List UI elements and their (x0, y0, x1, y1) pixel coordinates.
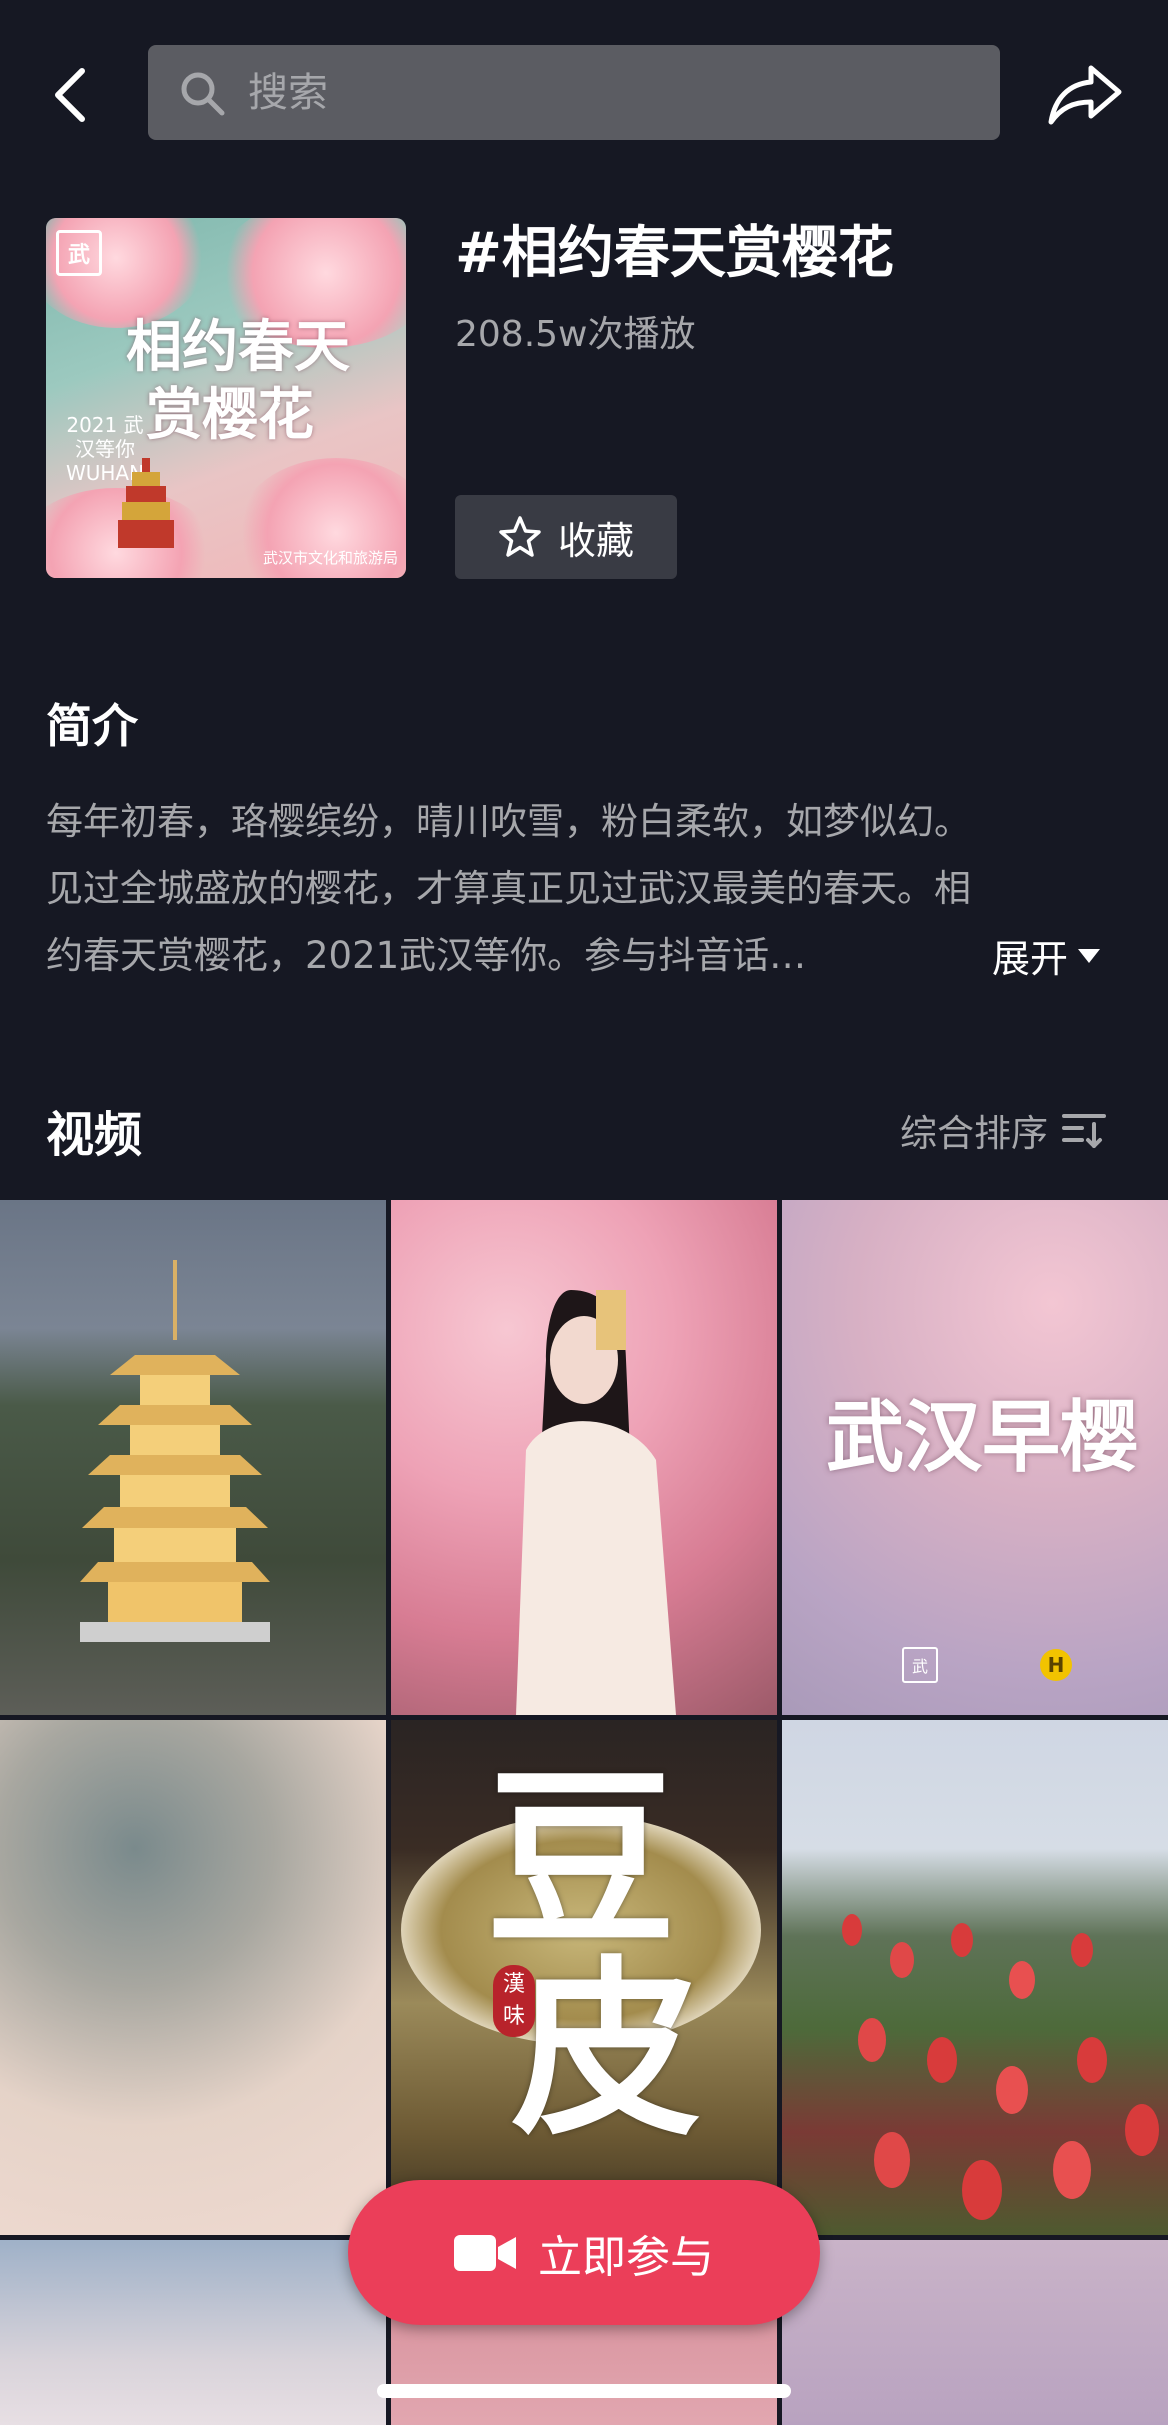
city-logo-icon: 武 (902, 1647, 938, 1683)
sort-label: 综合排序 (900, 1112, 1048, 1155)
h-logo-icon: H (1040, 1649, 1072, 1681)
video-overlay-title: 武汉早樱 (825, 1392, 1138, 1483)
join-label: 立即参与 (538, 2231, 714, 2283)
video-tile-cherry-sky[interactable] (0, 1720, 386, 2235)
caret-down-icon (1078, 948, 1101, 963)
cover-logo: 武 (56, 230, 102, 276)
share-icon (1048, 65, 1122, 125)
sort-button[interactable]: 综合排序 (900, 1100, 1106, 1160)
intro-line: 每年初春，珞樱缤纷，晴川吹雪，粉白柔软，如梦似幻。 (46, 800, 971, 843)
home-indicator[interactable] (377, 2384, 791, 2398)
cover-title-line: 相约春天 (126, 314, 350, 380)
cover-org-text: 武汉市文化和旅游局 (262, 549, 398, 567)
topic-cover-image: 武 相约春天 赏樱花 2021 武汉等你 WUHAN 武汉市文化和旅游局 (46, 218, 406, 578)
tulip-flowers (842, 1914, 1159, 2220)
join-now-button[interactable]: 立即参与 (348, 2180, 820, 2325)
cover-title: 相约春天 赏樱花 (126, 313, 406, 449)
videos-heading: 视频 (46, 1107, 143, 1163)
expand-label: 展开 (992, 937, 1069, 981)
video-tile-hanfu-girl[interactable] (391, 1200, 777, 1715)
intro-heading: 简介 (46, 699, 138, 753)
top-bar (0, 0, 1168, 190)
intro-line: 约春天赏樱花，2021武汉等你。参与抖音话… (46, 934, 807, 977)
video-tile-doupi-food[interactable]: 豆 皮 漢味 (391, 1720, 777, 2235)
video-overlay-char: 皮 (511, 1938, 702, 2161)
tower-illustration (118, 458, 174, 548)
video-tile-tulip-field[interactable] (782, 1720, 1168, 2235)
search-icon (181, 72, 225, 115)
video-overlay-char: 豆 (486, 1748, 677, 1971)
share-button[interactable] (1040, 55, 1130, 135)
topic-title: #相约春天赏樱花 (455, 221, 894, 286)
video-tile-pagoda[interactable] (0, 1200, 386, 1715)
cover-title-line: 赏樱花 (146, 382, 314, 448)
pagoda-illustration (80, 1260, 270, 1642)
expand-button[interactable]: 展开 (992, 922, 1102, 989)
favorite-label: 收藏 (557, 518, 634, 563)
play-count: 208.5w次播放 (455, 314, 696, 355)
video-tile-cherry-building[interactable] (0, 2240, 386, 2425)
intro-text: 每年初春，珞樱缤纷，晴川吹雪，粉白柔软，如梦似幻。 见过全城盛放的樱花，才算真正… (46, 788, 1126, 989)
topic-page: 武 相约春天 赏樱花 2021 武汉等你 WUHAN 武汉市文化和旅游局 #相约… (0, 0, 1168, 2425)
video-tile-wuhan-early-cherry[interactable]: 武汉早樱 武 H (782, 1200, 1168, 1715)
intro-line: 见过全城盛放的樱花，才算真正见过武汉最美的春天。相 (46, 867, 971, 910)
sort-filter-icon (1062, 1114, 1106, 1148)
video-overlay-logos: 武 H (902, 1645, 1072, 1685)
favorite-button[interactable]: 收藏 (455, 495, 677, 579)
red-seal: 漢味 (493, 1965, 535, 2037)
video-camera-icon (454, 2234, 516, 2271)
search-bar[interactable] (148, 45, 1000, 140)
star-icon (499, 516, 541, 557)
video-tile-purple[interactable] (782, 2240, 1168, 2425)
back-button[interactable] (40, 55, 100, 135)
search-input[interactable] (248, 62, 948, 123)
girl-figure (516, 1290, 676, 1715)
chevron-left-icon (55, 68, 85, 122)
